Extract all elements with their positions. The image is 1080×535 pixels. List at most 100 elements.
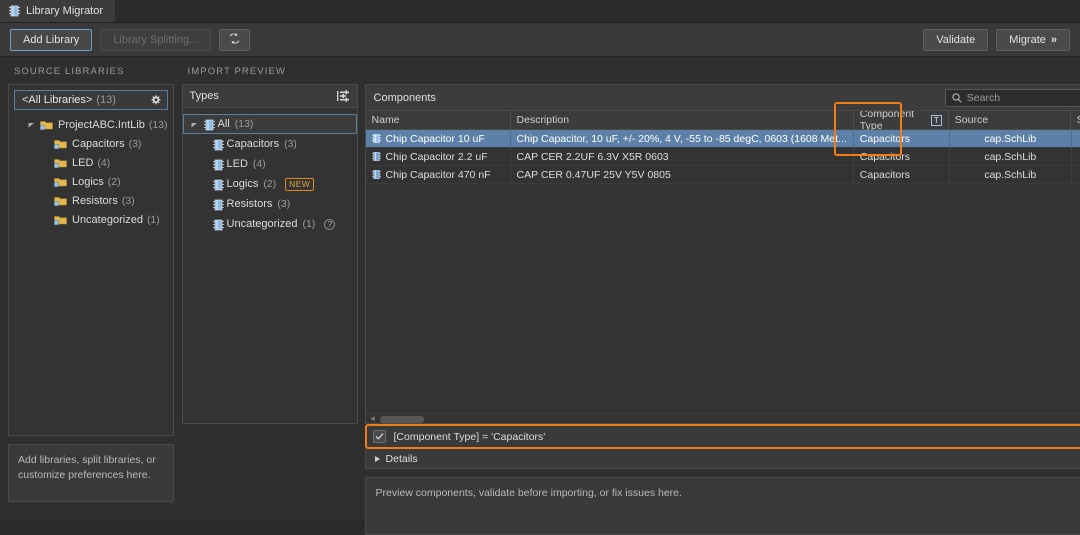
column-header-component-type[interactable]: Component Type T <box>854 111 949 132</box>
types-item-uncategorized[interactable]: Uncategorized (1) ? <box>183 214 357 234</box>
filter-bar-wrap: [Component Type] = 'Capacitors' ✕ Det <box>182 424 1080 535</box>
migrate-label: Migrate <box>1009 33 1046 46</box>
types-header-label: Types <box>189 90 219 102</box>
tree-item-count: (13) <box>148 118 168 131</box>
types-panel: Types All (13) Capacitors (3) LED (4) Lo… <box>181 84 358 424</box>
cell-component-type: Capacitors <box>859 132 910 145</box>
tree-item-label: LED <box>72 156 94 169</box>
library-folder-icon <box>54 157 68 169</box>
chip-icon <box>212 159 224 170</box>
types-item-label: All <box>217 118 230 130</box>
table-header-row: Name Description Component Type T Source… <box>365 111 1080 132</box>
filter-expression-bar[interactable]: [Component Type] = 'Capacitors' ✕ <box>364 424 1080 449</box>
tree-item-label: ProjectABC.IntLib <box>58 118 145 131</box>
library-folder-icon <box>54 214 68 226</box>
table-empty-area <box>365 184 1080 413</box>
types-item-led[interactable]: LED (4) <box>183 154 357 174</box>
chevron-down-icon[interactable] <box>190 120 199 129</box>
tree-item-count: (2) <box>107 175 121 188</box>
cell-description: Chip Capacitor, 10 uF, +/- 20%, 4 V, -55… <box>511 129 854 148</box>
types-item-count: (3) <box>277 198 291 210</box>
filter-expression-text: [Component Type] = 'Capacitors' <box>393 430 546 443</box>
types-item-logics[interactable]: Logics (2) NEW <box>183 174 357 194</box>
chip-icon <box>212 179 224 190</box>
types-tree: All (13) Capacitors (3) LED (4) Logics (… <box>182 108 357 234</box>
column-header-name[interactable]: Name <box>366 111 511 130</box>
column-header-status[interactable]: St... <box>1071 111 1080 130</box>
sync-swap-icon <box>228 32 241 48</box>
cell-name: Chip Capacitor 2.2 uF <box>366 147 511 166</box>
source-libraries-column: SOURCE LIBRARIES <All Libraries> (13) Pr… <box>8 65 174 535</box>
tree-item-capacitors[interactable]: Capacitors (3) <box>14 134 168 153</box>
scroll-left-icon[interactable]: ◄ <box>369 415 377 423</box>
chevron-right-icon <box>374 455 380 462</box>
scrollbar-thumb[interactable] <box>379 416 424 423</box>
types-item-count: (2) <box>263 178 277 190</box>
types-header: Types <box>182 85 357 108</box>
chip-icon <box>371 151 381 162</box>
table-row[interactable]: Chip Capacitor 10 uF Chip Capacitor, 10 … <box>365 129 1080 148</box>
column-header-description[interactable]: Description <box>511 111 854 130</box>
types-item-all[interactable]: All (13) <box>182 114 357 134</box>
gear-icon[interactable] <box>149 94 162 107</box>
chip-icon <box>212 199 224 210</box>
migrate-button[interactable]: Migrate » <box>996 28 1070 51</box>
horizontal-scrollbar[interactable]: ◄ ► <box>365 413 1080 423</box>
search-box[interactable]: Search <box>944 88 1080 107</box>
cell-name-label: Chip Capacitor 2.2 uF <box>385 150 488 163</box>
tab-library-migrator[interactable]: Library Migrator <box>0 0 116 22</box>
cell-description: CAP CER 0.47UF 25V Y5V 0805 <box>511 165 854 184</box>
details-expander[interactable]: Details <box>364 449 1080 469</box>
tree-item-count: (3) <box>128 137 142 150</box>
all-libraries-row[interactable]: <All Libraries> (13) <box>14 90 168 110</box>
chip-icon <box>203 119 215 130</box>
library-splitting-button: Library Splitting... <box>100 28 212 51</box>
types-item-count: (13) <box>234 118 254 130</box>
chevron-down-icon[interactable] <box>27 120 36 129</box>
tree-item-projectabc[interactable]: ProjectABC.IntLib (13) <box>14 115 168 134</box>
source-libraries-label: SOURCE LIBRARIES <box>14 66 125 77</box>
tree-item-count: (1) <box>146 213 160 226</box>
import-preview-hint: Preview components, validate before impo… <box>364 477 1080 535</box>
components-header: Components Search <box>365 85 1080 111</box>
table-row[interactable]: Chip Capacitor 470 nF CAP CER 0.47UF 25V… <box>365 165 1080 184</box>
tree-item-resistors[interactable]: Resistors (3) <box>14 191 168 210</box>
tab-strip: Library Migrator <box>0 0 1080 23</box>
cell-source: cap.SchLib <box>948 147 1071 166</box>
import-preview-column: IMPORT PREVIEW Types All (13) Capacitors… <box>181 65 1080 535</box>
text-filter-icon[interactable]: T <box>930 114 942 126</box>
cell-status <box>1070 165 1080 184</box>
types-item-capacitors[interactable]: Capacitors (3) <box>183 134 357 154</box>
sync-button[interactable] <box>219 28 251 51</box>
types-item-label: Uncategorized <box>226 218 298 230</box>
tree-item-count: (3) <box>121 194 135 207</box>
chevron-double-right-icon: » <box>1050 33 1057 46</box>
cell-component-type: Capacitors <box>859 150 910 163</box>
filter-list-icon[interactable] <box>336 90 350 102</box>
tree-item-led[interactable]: LED (4) <box>14 153 168 172</box>
table-row[interactable]: Chip Capacitor 2.2 uF CAP CER 2.2UF 6.3V… <box>365 147 1080 166</box>
validate-button[interactable]: Validate <box>923 28 989 51</box>
source-libraries-tree: ProjectABC.IntLib (13) Capacitors (3) LE… <box>14 110 168 229</box>
tree-item-label: Capacitors <box>72 137 125 150</box>
chip-icon <box>212 139 224 150</box>
types-item-label: Capacitors <box>226 138 280 150</box>
cell-name-label: Chip Capacitor 10 uF <box>385 132 485 145</box>
tree-item-uncategorized[interactable]: Uncategorized (1) <box>14 210 168 229</box>
cell-name: Chip Capacitor 10 uF <box>366 129 511 148</box>
filter-enabled-checkbox[interactable] <box>372 430 386 443</box>
types-item-resistors[interactable]: Resistors (3) <box>183 194 357 214</box>
tree-item-logics[interactable]: Logics (2) <box>14 172 168 191</box>
components-panel: Components Search Name Description Compo… <box>364 84 1080 424</box>
chip-icon <box>9 5 20 17</box>
help-icon[interactable]: ? <box>324 218 336 230</box>
tab-label: Library Migrator <box>26 4 104 17</box>
add-library-button[interactable]: Add Library <box>10 28 93 51</box>
source-libraries-panel: <All Libraries> (13) ProjectABC.IntLib (… <box>8 84 174 436</box>
components-table: Name Description Component Type T Source… <box>365 111 1080 423</box>
cell-description: CAP CER 2.2UF 6.3V X5R 0603 <box>511 147 854 166</box>
cell-source: cap.SchLib <box>948 129 1071 148</box>
chip-icon <box>371 133 381 144</box>
column-header-source[interactable]: Source <box>949 111 1071 130</box>
tree-item-label: Resistors <box>72 194 118 207</box>
